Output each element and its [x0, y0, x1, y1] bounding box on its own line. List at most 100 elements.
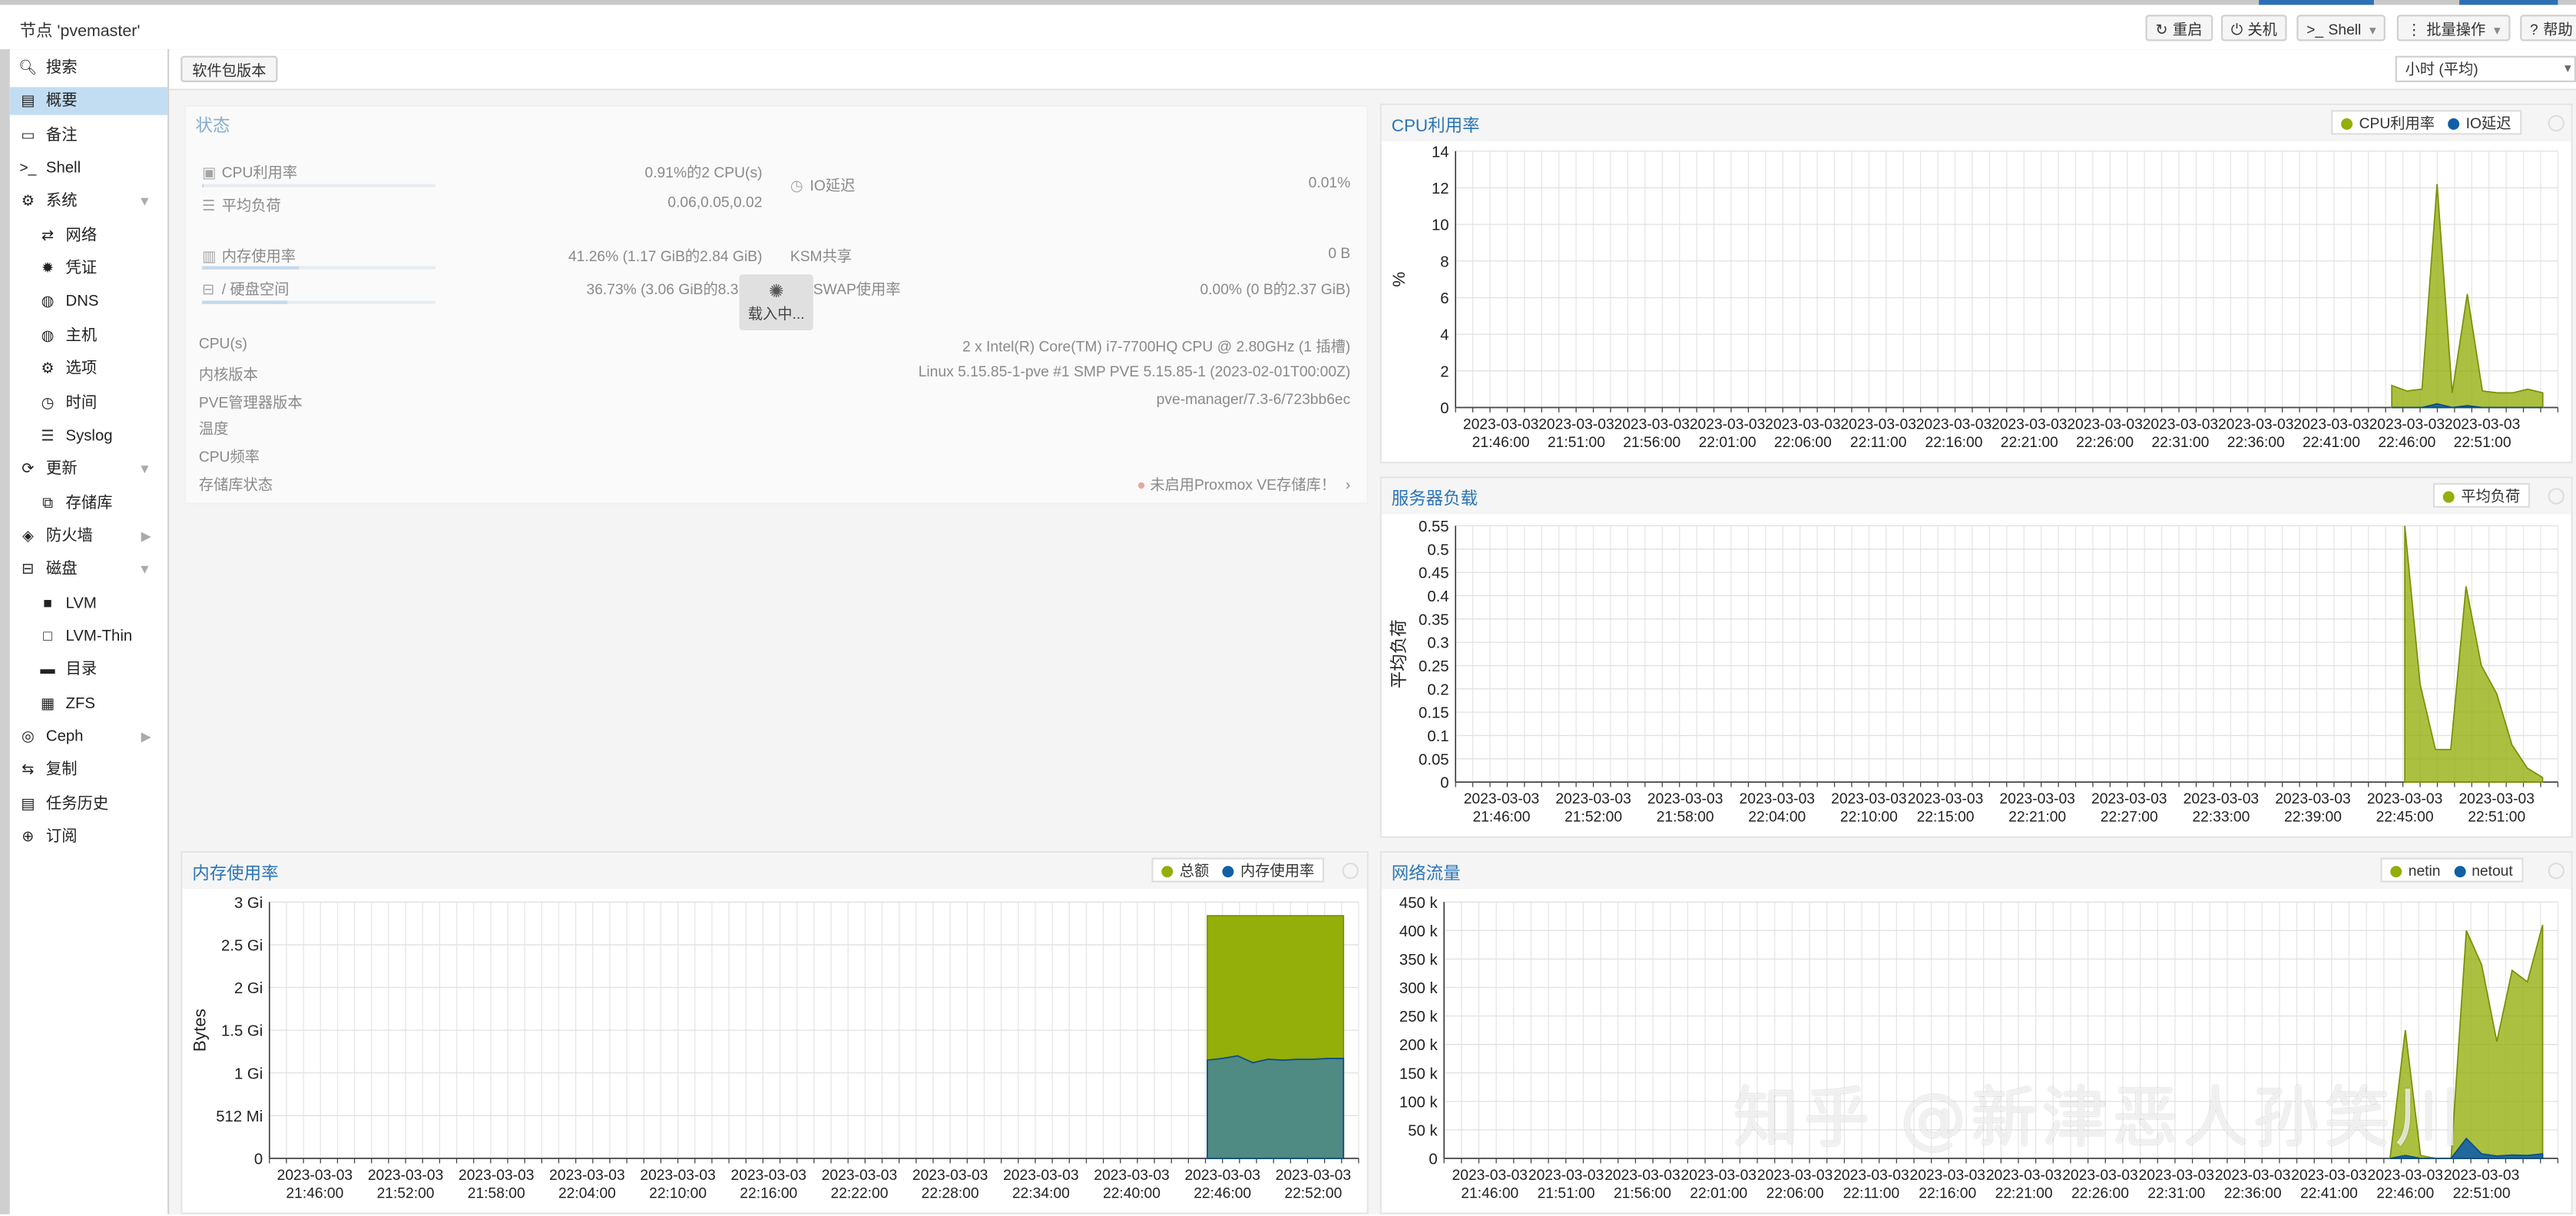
sidebar-item[interactable]: ☰Syslog [10, 422, 167, 449]
y-tick-label: 1.5 Gi [221, 1023, 263, 1040]
y-tick-label: 0 [1429, 1151, 1437, 1168]
series-area-CPU利用率[interactable] [2392, 184, 2543, 408]
y-tick-label: 3 Gi [234, 895, 263, 912]
chevron-right-icon[interactable]: ▶ [141, 723, 151, 750]
memory-usage-label: ▥内存使用率 [202, 245, 296, 267]
info-label: PVE管理器版本 [199, 391, 303, 413]
sidebar-item[interactable]: ▤概要 [10, 88, 167, 115]
x-tick-label: 2023-03-0322:27:00 [2091, 791, 2167, 826]
sidebar-item[interactable]: ◷时间 [10, 389, 167, 416]
sidebar-item[interactable]: ▦ZFS [10, 690, 167, 717]
ksm-sharing-value: 0 B [1328, 245, 1350, 261]
x-tick-label: 2023-03-0322:21:00 [1986, 1168, 2061, 1202]
timeframe-select[interactable]: 小时 (平均)▾ [2396, 56, 2576, 82]
x-tick-label: 2023-03-0322:51:00 [2445, 416, 2520, 451]
sidebar-item[interactable]: ■LVM [10, 589, 167, 617]
chevron-down-icon[interactable]: ▼ [138, 456, 151, 483]
x-tick-label: 2023-03-0321:51:00 [1528, 1168, 1604, 1202]
chart-plot: 00.050.10.150.20.250.30.350.40.450.50.55… [1382, 478, 2574, 840]
resource-tree-edge [0, 49, 10, 1214]
x-tick-label: 2023-03-0322:52:00 [1276, 1168, 1351, 1202]
sidebar-item[interactable]: □LVM-Thin [10, 623, 167, 651]
sidebar-item[interactable]: ▤任务历史 [10, 790, 167, 817]
sidebar-item-label: 存储库 [66, 489, 113, 516]
sidebar-item-label: DNS [66, 288, 99, 316]
sidebar-item[interactable]: ✹凭证 [10, 255, 167, 283]
x-tick-label: 2023-03-0322:11:00 [1833, 1168, 1909, 1202]
sidebar-item[interactable]: >_Shell [10, 154, 167, 182]
chevron-right-icon: › [1346, 476, 1350, 492]
x-tick-label: 2023-03-0322:15:00 [1908, 791, 1983, 826]
sidebar-item[interactable]: ◍DNS [10, 288, 167, 316]
x-tick-label: 2023-03-0321:46:00 [1464, 791, 1539, 826]
y-tick-label: 0.55 [1419, 519, 1449, 535]
x-tick-label: 2023-03-0322:01:00 [1690, 416, 1765, 451]
x-tick-label: 2023-03-0322:10:00 [640, 1168, 715, 1202]
shell-button[interactable]: >_Shell▾ [2296, 15, 2386, 41]
x-tick-label: 2023-03-0322:26:00 [2062, 1168, 2137, 1202]
x-tick-label: 2023-03-0322:21:00 [1999, 791, 2074, 826]
y-tick-label: 4 [1440, 327, 1449, 344]
sidebar-item[interactable]: ⧉存储库 [10, 489, 167, 516]
sidebar-item-label: 时间 [66, 389, 98, 416]
y-tick-label: 250 k [1399, 1009, 1439, 1025]
sidebar-item[interactable]: ⟳更新▼ [10, 456, 167, 483]
bulk-actions-button[interactable]: ⋮批量操作▾ [2397, 15, 2511, 41]
sidebar-item[interactable]: ◈防火墙▶ [10, 522, 167, 550]
sidebar-item[interactable]: ⚙系统▼ [10, 188, 167, 216]
x-tick-label: 2023-03-0321:52:00 [1555, 791, 1631, 826]
sidebar-item[interactable]: ◎Ceph▶ [10, 723, 167, 750]
y-tick-label: 200 k [1399, 1037, 1439, 1054]
io-delay-value: 0.01% [1309, 174, 1351, 191]
series-area-内存使用率[interactable] [1207, 1056, 1343, 1158]
sidebar-item-label: 任务历史 [46, 790, 108, 817]
x-tick-label: 2023-03-0322:40:00 [1094, 1168, 1169, 1202]
x-tick-label: 2023-03-0322:46:00 [2369, 416, 2445, 451]
y-tick-label: 1 Gi [234, 1065, 263, 1082]
repository-status[interactable]: ● 未启用Proxmox VE存储库！› [1137, 473, 1350, 495]
sidebar-item[interactable]: ▭备注 [10, 121, 167, 149]
y-tick-label: 2.5 Gi [221, 937, 263, 954]
chevron-down-icon[interactable]: ▾ [2369, 23, 2376, 38]
y-tick-label: 0.1 [1427, 728, 1449, 745]
kernel-version-value: Linux 5.15.85-1-pve #1 SMP PVE 5.15.85-1… [919, 363, 1351, 379]
terminal-icon: >_ [2306, 22, 2323, 38]
series-area-平均负荷[interactable] [2405, 525, 2542, 782]
sidebar-item[interactable]: ⇆复制 [10, 757, 167, 784]
sidebar-item[interactable]: ⚙选项 [10, 355, 167, 383]
reboot-icon: ↻ [2155, 22, 2167, 38]
x-tick-label: 2023-03-0321:58:00 [459, 1168, 534, 1202]
sidebar-item[interactable]: ▬目录 [10, 656, 167, 684]
package-versions-button[interactable]: 软件包版本 [180, 56, 277, 82]
cpu-usage-value: 0.91%的2 CPU(s) [644, 161, 762, 183]
sidebar-item[interactable]: ⊟磁盘▼ [10, 556, 167, 584]
y-tick-label: 100 k [1399, 1094, 1439, 1111]
chart-plot: 024681012142023-03-0321:46:002023-03-032… [1382, 105, 2574, 465]
help-button[interactable]: ?帮助 [2520, 15, 2576, 41]
y-tick-label: 0 [1440, 775, 1449, 792]
node-header: 节点 'pvemaster' ↻重启 ⏻关机 >_Shell▾ ⋮批量操作▾ ?… [0, 5, 2576, 51]
sidebar-item-label: ZFS [66, 690, 95, 717]
shutdown-button[interactable]: ⏻关机 [2221, 15, 2287, 41]
sidebar-item-label: 系统 [46, 188, 78, 216]
y-tick-label: 0 [254, 1151, 263, 1168]
gear-icon: ⚙ [38, 355, 58, 383]
hdd-icon: ⊟ [202, 281, 222, 300]
chevron-down-icon[interactable]: ▼ [138, 188, 151, 216]
sidebar-item[interactable]: ⊕订阅 [10, 823, 167, 851]
square-icon: ■ [38, 589, 58, 617]
sidebar-item[interactable]: 🔍︎搜索 [10, 55, 167, 82]
x-tick-label: 2023-03-0321:58:00 [1647, 791, 1723, 826]
content-toolbar: 软件包版本 小时 (平均)▾ [169, 49, 2576, 90]
chevron-right-icon[interactable]: ▶ [141, 522, 151, 550]
sidebar-item[interactable]: ⇄网络 [10, 221, 167, 249]
x-tick-label: 2023-03-0321:46:00 [1463, 416, 1538, 451]
info-label: CPU频率 [199, 446, 260, 467]
sidebar-item[interactable]: ◍主机 [10, 322, 167, 350]
sidebar-item-label: 磁盘 [46, 556, 78, 584]
swap-usage-label: SWAP使用率 [813, 277, 901, 299]
tasks-icon: ☰ [202, 197, 222, 216]
reboot-button[interactable]: ↻重启 [2146, 15, 2213, 41]
x-tick-label: 2023-03-0322:16:00 [731, 1168, 806, 1202]
chevron-down-icon[interactable]: ▼ [138, 556, 151, 584]
